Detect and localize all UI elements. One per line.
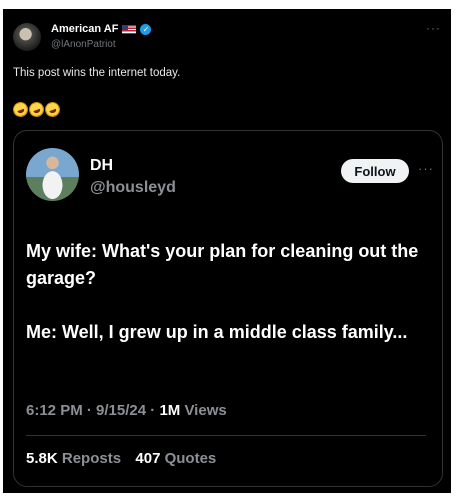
follow-button[interactable]: Follow <box>341 159 409 183</box>
avatar[interactable] <box>13 23 41 51</box>
quoted-author-handle[interactable]: @housleyd <box>90 179 176 197</box>
post-date[interactable]: 9/15/24 <box>96 402 146 419</box>
quotes-count: 407 <box>135 450 161 467</box>
engagement-stats: 5.8K Reposts 407 Quotes <box>26 450 216 467</box>
post-text: This post wins the internet today. <box>13 67 181 79</box>
author-handle[interactable]: @lAnonPatriot <box>51 39 116 50</box>
author-name-row[interactable]: American AF ✓ <box>51 23 152 35</box>
more-options-icon[interactable]: ··· <box>418 161 434 176</box>
quoted-post-card[interactable]: DH @housleyd Follow ··· My wife: What's … <box>13 130 443 487</box>
us-flag-icon <box>122 24 137 34</box>
quotes-stat[interactable]: 407 Quotes <box>135 450 216 467</box>
reposts-count: 5.8K <box>26 450 58 467</box>
quotes-label: Quotes <box>164 450 217 467</box>
outer-post-header: American AF ✓ @lAnonPatriot ··· <box>13 21 441 63</box>
verified-badge-icon: ✓ <box>140 23 152 35</box>
post-time[interactable]: 6:12 PM <box>26 402 83 419</box>
views-label-text: Views <box>184 402 227 419</box>
quoted-post-paragraph: My wife: What's your plan for cleaning o… <box>26 241 419 288</box>
views-count: 1M <box>159 402 181 419</box>
tweet-screenshot: American AF ✓ @lAnonPatriot ··· This pos… <box>3 9 451 493</box>
laughing-emoji-icon <box>26 99 47 120</box>
quoted-post-paragraph: Me: Well, I grew up in a middle class fa… <box>26 322 408 342</box>
quoted-avatar[interactable] <box>26 148 79 201</box>
quoted-author-name[interactable]: DH <box>90 157 113 175</box>
emoji-row <box>10 99 63 120</box>
laughing-emoji-icon <box>42 99 63 120</box>
laughing-emoji-icon <box>10 99 31 120</box>
post-metadata: 6:12 PM · 9/15/24 · 1M Views <box>26 402 227 419</box>
reposts-label: Reposts <box>61 450 122 467</box>
reposts-stat[interactable]: 5.8K Reposts <box>26 450 125 467</box>
more-options-icon[interactable]: ··· <box>426 21 441 35</box>
author-name[interactable]: American AF <box>51 23 118 35</box>
quoted-post-body: My wife: What's your plan for cleaning o… <box>26 238 426 373</box>
separator-dot: · <box>86 402 97 419</box>
divider <box>26 435 426 436</box>
